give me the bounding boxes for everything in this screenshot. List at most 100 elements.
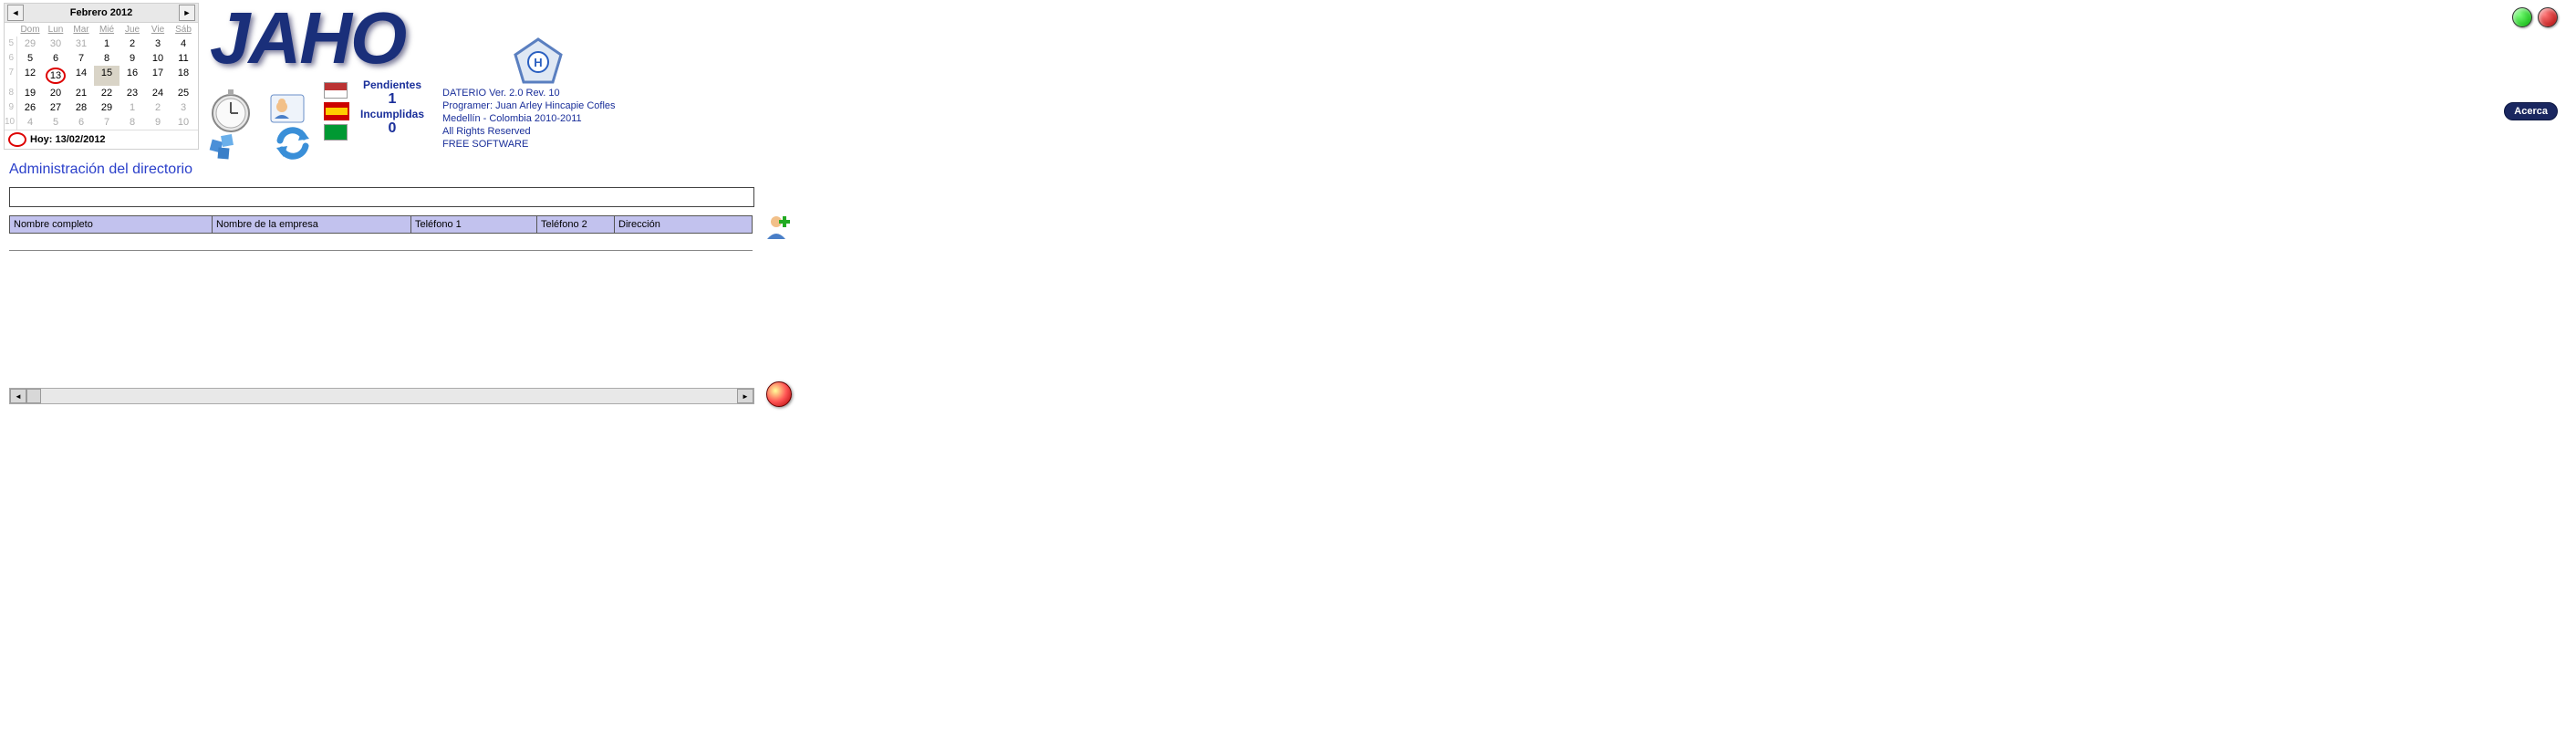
calendar-day[interactable]: 22 — [94, 86, 119, 100]
flag-br-icon[interactable] — [324, 124, 348, 141]
info-version: DATERIO Ver. 2.0 Rev. 10 — [442, 87, 616, 99]
calendar-day[interactable]: 7 — [94, 115, 119, 130]
status-dot-green[interactable] — [2512, 7, 2532, 27]
calendar-day[interactable]: 18 — [171, 66, 196, 86]
info-programmer: Programer: Juan Arley Hincapie Cofles — [442, 99, 616, 112]
table-header-empresa[interactable]: Nombre de la empresa — [213, 216, 411, 233]
app-info: DATERIO Ver. 2.0 Rev. 10 Programer: Juan… — [442, 87, 616, 151]
pending-value: 1 — [360, 91, 424, 108]
calendar-day[interactable]: 28 — [68, 100, 94, 115]
calendar-day[interactable]: 1 — [94, 36, 119, 51]
calendar-day[interactable]: 20 — [43, 86, 68, 100]
calendar-day[interactable]: 27 — [43, 100, 68, 115]
calendar-day[interactable]: 31 — [68, 36, 94, 51]
calendar-dow: Sáb — [171, 23, 196, 36]
calendar-day[interactable]: 10 — [171, 115, 196, 130]
info-location: Medellín - Colombia 2010-2011 — [442, 112, 616, 125]
search-input[interactable] — [10, 188, 753, 206]
flag-us-icon[interactable] — [324, 82, 348, 99]
about-button[interactable]: Acerca — [2504, 102, 2558, 120]
flag-es-icon[interactable] — [324, 102, 349, 120]
calendar-day[interactable]: 21 — [68, 86, 94, 100]
calendar-day[interactable]: 29 — [17, 36, 43, 51]
info-rights: All Rights Reserved — [442, 125, 616, 138]
horizontal-scrollbar[interactable]: ◄ ► — [9, 388, 754, 404]
calendar-day[interactable]: 5 — [17, 51, 43, 66]
calendar-prev-button[interactable]: ◄ — [7, 5, 24, 21]
calendar-day[interactable]: 14 — [68, 66, 94, 86]
calendar-next-button[interactable]: ► — [179, 5, 195, 21]
calendar-day[interactable]: 6 — [68, 115, 94, 130]
table-header-tel2[interactable]: Teléfono 2 — [537, 216, 615, 233]
language-flags — [324, 82, 349, 141]
calendar-day-today[interactable]: 13 — [43, 66, 68, 86]
calendar-day[interactable]: 24 — [145, 86, 171, 100]
directory-table: Nombre completo Nombre de la empresa Tel… — [9, 215, 753, 251]
scroll-right-button[interactable]: ► — [737, 389, 753, 403]
calendar-day[interactable]: 4 — [171, 36, 196, 51]
calendar-day[interactable]: 8 — [94, 51, 119, 66]
info-free: FREE SOFTWARE — [442, 138, 616, 151]
calendar-grid: Dom Lun Mar Mié Jue Vie Sáb 5 29 30 31 1… — [5, 23, 198, 130]
calendar-day[interactable]: 3 — [171, 100, 196, 115]
table-header-tel1[interactable]: Teléfono 1 — [411, 216, 537, 233]
calendar-title: Febrero 2012 — [70, 7, 132, 18]
calendar-widget: ◄ Febrero 2012 ► Dom Lun Mar Mié Jue Vie… — [4, 3, 199, 150]
calendar-day-selected[interactable]: 15 — [94, 66, 119, 86]
search-box — [9, 187, 754, 207]
logo-badge-icon: H — [506, 35, 570, 92]
calendar-dow: Dom — [17, 23, 43, 36]
calendar-day[interactable]: 6 — [43, 51, 68, 66]
calendar-day[interactable]: 8 — [119, 115, 145, 130]
table-header-direccion[interactable]: Dirección — [615, 216, 752, 233]
calendar-day[interactable]: 11 — [171, 51, 196, 66]
calendar-day[interactable]: 29 — [94, 100, 119, 115]
calendar-week-num: 8 — [5, 86, 17, 100]
action-red-ball-button[interactable] — [766, 381, 792, 407]
calendar-dow: Mar — [68, 23, 94, 36]
today-ring-icon — [8, 132, 26, 147]
cubes-icon[interactable] — [205, 128, 251, 167]
refresh-icon[interactable] — [269, 120, 315, 164]
calendar-dow: Jue — [119, 23, 145, 36]
calendar-week-num: 5 — [5, 36, 17, 51]
calendar-day[interactable]: 1 — [119, 100, 145, 115]
status-dots — [2512, 7, 2558, 27]
calendar-day[interactable]: 12 — [17, 66, 43, 86]
table-header-row: Nombre completo Nombre de la empresa Tel… — [9, 215, 753, 234]
calendar-day[interactable]: 26 — [17, 100, 43, 115]
calendar-week-num: 10 — [5, 115, 17, 130]
status-dot-red[interactable] — [2538, 7, 2558, 27]
calendar-day[interactable]: 25 — [171, 86, 196, 100]
calendar-day[interactable]: 2 — [145, 100, 171, 115]
calendar-dow: Lun — [43, 23, 68, 36]
calendar-day[interactable]: 16 — [119, 66, 145, 86]
calendar-day[interactable]: 7 — [68, 51, 94, 66]
table-header-nombre[interactable]: Nombre completo — [10, 216, 213, 233]
calendar-day[interactable]: 9 — [145, 115, 171, 130]
calendar-today-link[interactable]: Hoy: 13/02/2012 — [5, 130, 198, 149]
calendar-day[interactable]: 4 — [17, 115, 43, 130]
calendar-day[interactable]: 10 — [145, 51, 171, 66]
scroll-left-button[interactable]: ◄ — [10, 389, 26, 403]
svg-text:H: H — [534, 56, 542, 69]
calendar-dow: Mié — [94, 23, 119, 36]
scroll-thumb[interactable] — [26, 389, 41, 403]
calendar-week-num: 9 — [5, 100, 17, 115]
calendar-day[interactable]: 23 — [119, 86, 145, 100]
calendar-day[interactable]: 30 — [43, 36, 68, 51]
calendar-week-num: 6 — [5, 51, 17, 66]
calendar-day[interactable]: 17 — [145, 66, 171, 86]
calendar-day[interactable]: 5 — [43, 115, 68, 130]
section-title: Administración del directorio — [9, 162, 192, 178]
pending-label: Pendientes — [360, 78, 424, 91]
calendar-day[interactable]: 2 — [119, 36, 145, 51]
calendar-today-label: Hoy: 13/02/2012 — [30, 134, 106, 145]
calendar-day[interactable]: 3 — [145, 36, 171, 51]
stopwatch-icon[interactable] — [205, 84, 255, 134]
calendar-day[interactable]: 9 — [119, 51, 145, 66]
scroll-track[interactable] — [41, 390, 737, 402]
calendar-day[interactable]: 19 — [17, 86, 43, 100]
add-user-button[interactable] — [764, 212, 794, 244]
calendar-header: ◄ Febrero 2012 ► — [5, 4, 198, 23]
